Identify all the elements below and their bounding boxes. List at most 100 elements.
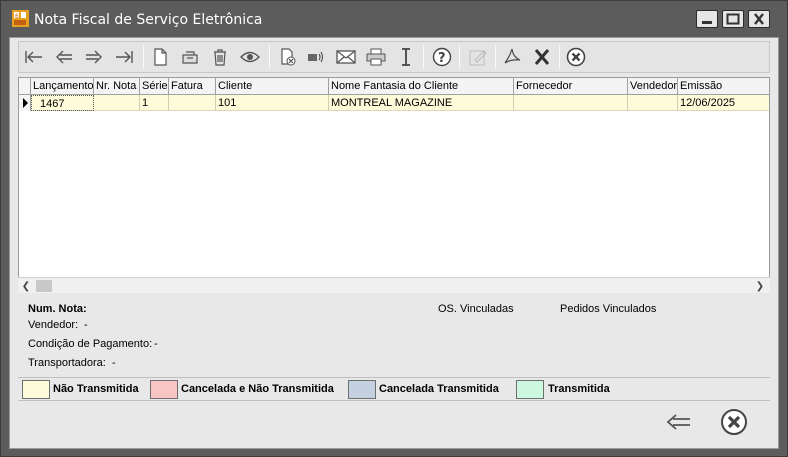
scroll-thumb[interactable]: [36, 280, 52, 292]
previous-record-icon: [56, 50, 72, 64]
column-header[interactable]: Nr. Nota: [94, 78, 140, 95]
toolbar-separator: [269, 45, 270, 69]
window-title: Nota Fiscal de Serviço Eletrônica: [34, 12, 263, 28]
cursor-icon: [402, 48, 410, 66]
condicao-pagamento-label: Condição de Pagamento:: [28, 338, 153, 350]
toolbar-separator: [495, 45, 496, 69]
column-header[interactable]: Cliente: [216, 78, 329, 95]
back-arrow-icon: [666, 414, 690, 430]
column-header[interactable]: Lançamento: [31, 78, 94, 95]
first-record-icon: [25, 51, 42, 63]
cell-nome-fantasia[interactable]: MONTREAL MAGAZINE: [329, 95, 514, 111]
column-header[interactable]: Vendedor: [628, 78, 678, 95]
toolbar: ?: [18, 41, 770, 73]
last-record-button[interactable]: [111, 45, 137, 69]
column-header[interactable]: Nome Fantasia do Cliente: [329, 78, 514, 95]
eye-icon: [240, 51, 260, 63]
next-record-button[interactable]: [81, 45, 107, 69]
print-icon: [366, 48, 386, 66]
column-header[interactable]: Emissão: [678, 78, 769, 95]
toolbar-separator: [459, 45, 460, 69]
view-button[interactable]: [237, 45, 263, 69]
excel-icon: [534, 49, 550, 65]
close-button[interactable]: [748, 10, 770, 28]
back-button[interactable]: [662, 407, 694, 437]
legend-swatch-transmitida: [516, 380, 544, 399]
status-legend: Não Transmitida Cancelada e Não Transmit…: [18, 377, 770, 401]
legend-label-cancelada-nao-transmitida: Cancelada e Não Transmitida: [181, 383, 334, 395]
scroll-right-icon[interactable]: ❯: [752, 278, 768, 294]
print-button[interactable]: [363, 45, 389, 69]
scroll-left-icon[interactable]: ❮: [18, 278, 34, 294]
close-circle-icon: [566, 47, 586, 67]
open-button[interactable]: [177, 45, 203, 69]
first-record-button[interactable]: [21, 45, 47, 69]
minimize-button[interactable]: [696, 10, 718, 28]
cell-serie[interactable]: 1: [140, 95, 169, 111]
close-window-toolbar-button[interactable]: [563, 45, 589, 69]
pedidos-vinculados-label: Pedidos Vinculados: [560, 303, 657, 315]
legend-label-nao-transmitida: Não Transmitida: [53, 383, 139, 395]
last-record-icon: [116, 51, 133, 63]
excel-button[interactable]: [529, 45, 555, 69]
column-header[interactable]: Fatura: [169, 78, 216, 95]
current-row-icon: [23, 98, 28, 108]
app-icon: 6: [12, 10, 29, 27]
column-header[interactable]: Fornecedor: [514, 78, 628, 95]
envelope-icon: [336, 50, 356, 64]
close-circle-icon: [721, 409, 747, 435]
legend-label-cancelada-transmitida: Cancelada Transmitida: [379, 383, 499, 395]
trash-icon: [214, 49, 226, 66]
cell-emissao[interactable]: 12/06/2025: [678, 95, 769, 111]
horizontal-scrollbar[interactable]: ❮ ❯: [18, 277, 770, 293]
cell-cliente[interactable]: 101: [216, 95, 329, 111]
pdf-button[interactable]: [499, 45, 525, 69]
delete-button[interactable]: [207, 45, 233, 69]
transmit-button[interactable]: [303, 45, 329, 69]
cell-fatura[interactable]: [169, 95, 216, 111]
os-vinculadas-label: OS. Vinculadas: [438, 303, 514, 315]
close-window-button[interactable]: [718, 407, 750, 437]
close-icon: [754, 13, 764, 25]
email-button[interactable]: [333, 45, 359, 69]
vendedor-value: -: [84, 319, 88, 331]
maximize-button[interactable]: [722, 10, 744, 28]
help-icon: ?: [432, 47, 452, 67]
toolbar-separator: [423, 45, 424, 69]
condicao-pagamento-value: -: [154, 338, 158, 350]
cell-fornecedor[interactable]: [514, 95, 628, 111]
legend-label-transmitida: Transmitida: [548, 383, 610, 395]
transmit-icon: [308, 51, 324, 63]
minimize-icon: [702, 21, 712, 24]
cell-lancamento[interactable]: 1467: [31, 95, 94, 111]
text-button[interactable]: [393, 45, 419, 69]
toolbar-separator: [559, 45, 560, 69]
legend-swatch-cancelada-transmitida: [348, 380, 376, 399]
cell-vendedor[interactable]: [628, 95, 678, 111]
column-header[interactable]: Série: [140, 78, 169, 95]
previous-record-button[interactable]: [51, 45, 77, 69]
transportadora-label: Transportadora:: [28, 357, 106, 369]
cancel-note-button[interactable]: [275, 45, 301, 69]
edit-icon: [469, 50, 487, 66]
cell-nr-nota[interactable]: [94, 95, 140, 111]
new-button[interactable]: [147, 45, 173, 69]
num-nota-label: Num. Nota:: [28, 303, 87, 315]
inbox-icon: [182, 51, 198, 64]
toolbar-separator: [143, 45, 144, 69]
svg-text:6: 6: [15, 13, 19, 20]
maximize-icon: [726, 13, 740, 25]
help-button[interactable]: ?: [429, 45, 455, 69]
details-panel: Num. Nota: Vendedor: - Condição de Pagam…: [18, 297, 770, 373]
legend-swatch-cancelada-nao-transmitida: [150, 380, 178, 399]
title-bar: 6 Nota Fiscal de Serviço Eletrônica: [1, 1, 787, 37]
transportadora-value: -: [112, 357, 116, 369]
table-row[interactable]: 1467 1 101 MONTREAL MAGAZINE 12/06/2025: [19, 95, 769, 111]
vendedor-label: Vendedor:: [28, 319, 79, 331]
edit-button[interactable]: [465, 45, 491, 69]
data-grid[interactable]: Lançamento Nr. Nota Série Fatura Cliente…: [18, 77, 770, 293]
grid-header: Lançamento Nr. Nota Série Fatura Cliente…: [19, 78, 769, 95]
window: 6 Nota Fiscal de Serviço Eletrônica ? La…: [0, 0, 788, 457]
cancel-document-icon: [281, 48, 296, 66]
legend-swatch-nao-transmitida: [22, 380, 50, 399]
